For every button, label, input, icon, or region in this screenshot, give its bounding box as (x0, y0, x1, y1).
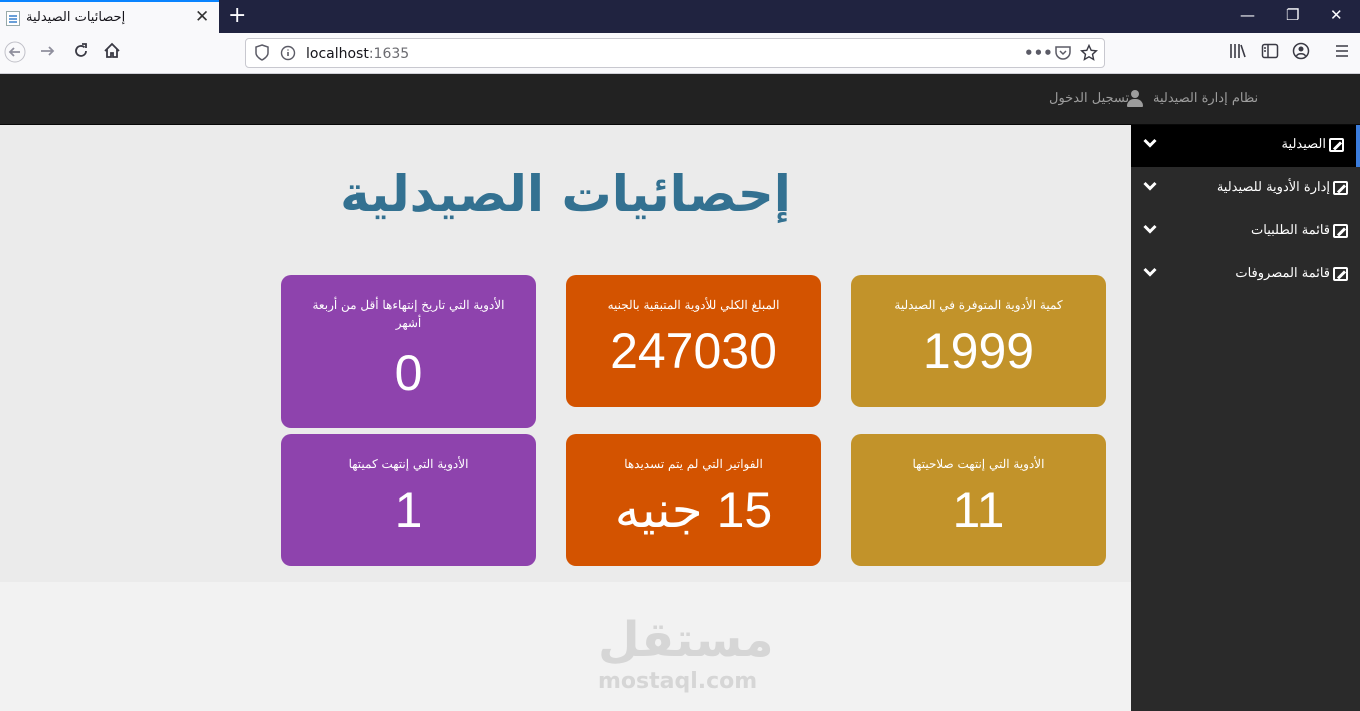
sidebar-item-orders[interactable]: قائمة الطلبيات (1131, 211, 1360, 253)
edit-icon (1329, 138, 1344, 152)
stat-card-value: 1 (394, 482, 423, 538)
chevron-down-icon[interactable] (1143, 179, 1157, 197)
watermark-arabic: مستقل (598, 612, 774, 668)
stat-card-label: الأدوية التي تاريخ إنتهاءها أقل من أربعة… (312, 298, 505, 330)
sidebar: الصيدلية إدارة الأدوية للصيدلية قائمة ال… (1131, 125, 1360, 711)
back-icon[interactable] (4, 41, 26, 68)
browser-tab[interactable]: إحصائيات الصيدلية ✕ (0, 0, 219, 33)
watermark-latin: mostaql.com (598, 669, 758, 694)
tracking-shield-icon[interactable] (254, 44, 270, 66)
stat-card-expired: الأدوية التي إنتهت صلاحيتها 11 (851, 434, 1106, 566)
pocket-icon[interactable] (1054, 44, 1072, 66)
reload-icon[interactable] (71, 41, 91, 66)
edit-icon (1333, 181, 1348, 195)
chevron-down-icon[interactable] (1143, 222, 1157, 240)
account-icon[interactable] (1291, 41, 1311, 66)
maximize-icon[interactable]: ❐ (1286, 5, 1299, 25)
sidebar-item-expenses[interactable]: قائمة المصروفات (1131, 254, 1360, 296)
stat-card-value: 11 (952, 482, 1005, 538)
window-close-icon[interactable]: ✕ (1330, 5, 1343, 25)
edit-icon (1333, 267, 1348, 281)
new-tab-icon[interactable]: + (228, 3, 246, 29)
stat-card-expiring-soon: الأدوية التي تاريخ إنتهاءها أقل من أربعة… (281, 275, 536, 428)
page-title: إحصائيات الصيدلية (340, 165, 791, 223)
stat-card-available-quantity: كمية الأدوية المتوفرة في الصيدلية 1999 (851, 275, 1106, 407)
url-text: localhost:1635 (306, 46, 410, 62)
stat-card-value: 0 (394, 345, 423, 401)
chevron-down-icon[interactable] (1143, 136, 1157, 154)
menu-icon[interactable] (1333, 41, 1351, 66)
login-link[interactable]: تسجيل الدخول (1049, 91, 1129, 106)
stat-card-unpaid-invoices: الفواتير التي لم يتم تسديدها 15 جنيه (566, 434, 821, 566)
sidebar-item-pharmacy[interactable]: الصيدلية (1131, 125, 1360, 167)
chevron-down-icon[interactable] (1143, 265, 1157, 283)
sidebar-item-label: قائمة الطلبيات (1251, 223, 1330, 238)
page-actions-icon[interactable]: ••• (1024, 44, 1053, 62)
tab-title: إحصائيات الصيدلية (26, 10, 126, 25)
library-icon[interactable] (1228, 41, 1248, 66)
address-bar[interactable]: localhost:1635 ••• (245, 38, 1105, 68)
stat-card-label: الأدوية التي إنتهت كميتها (348, 457, 469, 471)
sidebar-item-label: الصيدلية (1281, 137, 1326, 152)
stat-card-label: المبلغ الكلي للأدوية المتبقية بالجنيه (607, 298, 780, 312)
stat-card-value: 247030 (610, 323, 777, 379)
user-icon (1127, 90, 1143, 107)
stat-card-label: الأدوية التي إنتهت صلاحيتها (912, 457, 1045, 471)
stat-card-label: الفواتير التي لم يتم تسديدها (624, 457, 763, 471)
page-favicon-icon (6, 11, 20, 26)
sidebar-toggle-icon[interactable] (1260, 41, 1280, 66)
stat-card-value: 1999 (922, 323, 1035, 379)
minimize-icon[interactable]: — (1240, 5, 1255, 25)
stat-card-out-of-stock: الأدوية التي إنتهت كميتها 1 (281, 434, 536, 566)
stat-card-label: كمية الأدوية المتوفرة في الصيدلية (894, 298, 1063, 312)
app-navbar: تسجيل الدخول نظام إدارة الصيدلية (0, 74, 1360, 125)
sidebar-item-label: قائمة المصروفات (1235, 266, 1330, 281)
forward-icon[interactable] (38, 41, 58, 66)
browser-toolbar: localhost:1635 ••• (0, 33, 1360, 74)
edit-icon (1333, 224, 1348, 238)
browser-tab-strip: إحصائيات الصيدلية ✕ + — ❐ ✕ (0, 0, 1360, 33)
home-icon[interactable] (102, 41, 122, 66)
site-info-icon[interactable] (280, 44, 296, 66)
sidebar-item-medicine-management[interactable]: إدارة الأدوية للصيدلية (1131, 168, 1360, 210)
sidebar-item-label: إدارة الأدوية للصيدلية (1216, 180, 1330, 195)
close-tab-icon[interactable]: ✕ (195, 8, 209, 26)
stat-card-remaining-total: المبلغ الكلي للأدوية المتبقية بالجنيه 24… (566, 275, 821, 407)
brand-title[interactable]: نظام إدارة الصيدلية (1153, 91, 1258, 106)
bookmark-star-icon[interactable] (1079, 43, 1099, 66)
stat-card-value: 15 جنيه (614, 482, 773, 538)
